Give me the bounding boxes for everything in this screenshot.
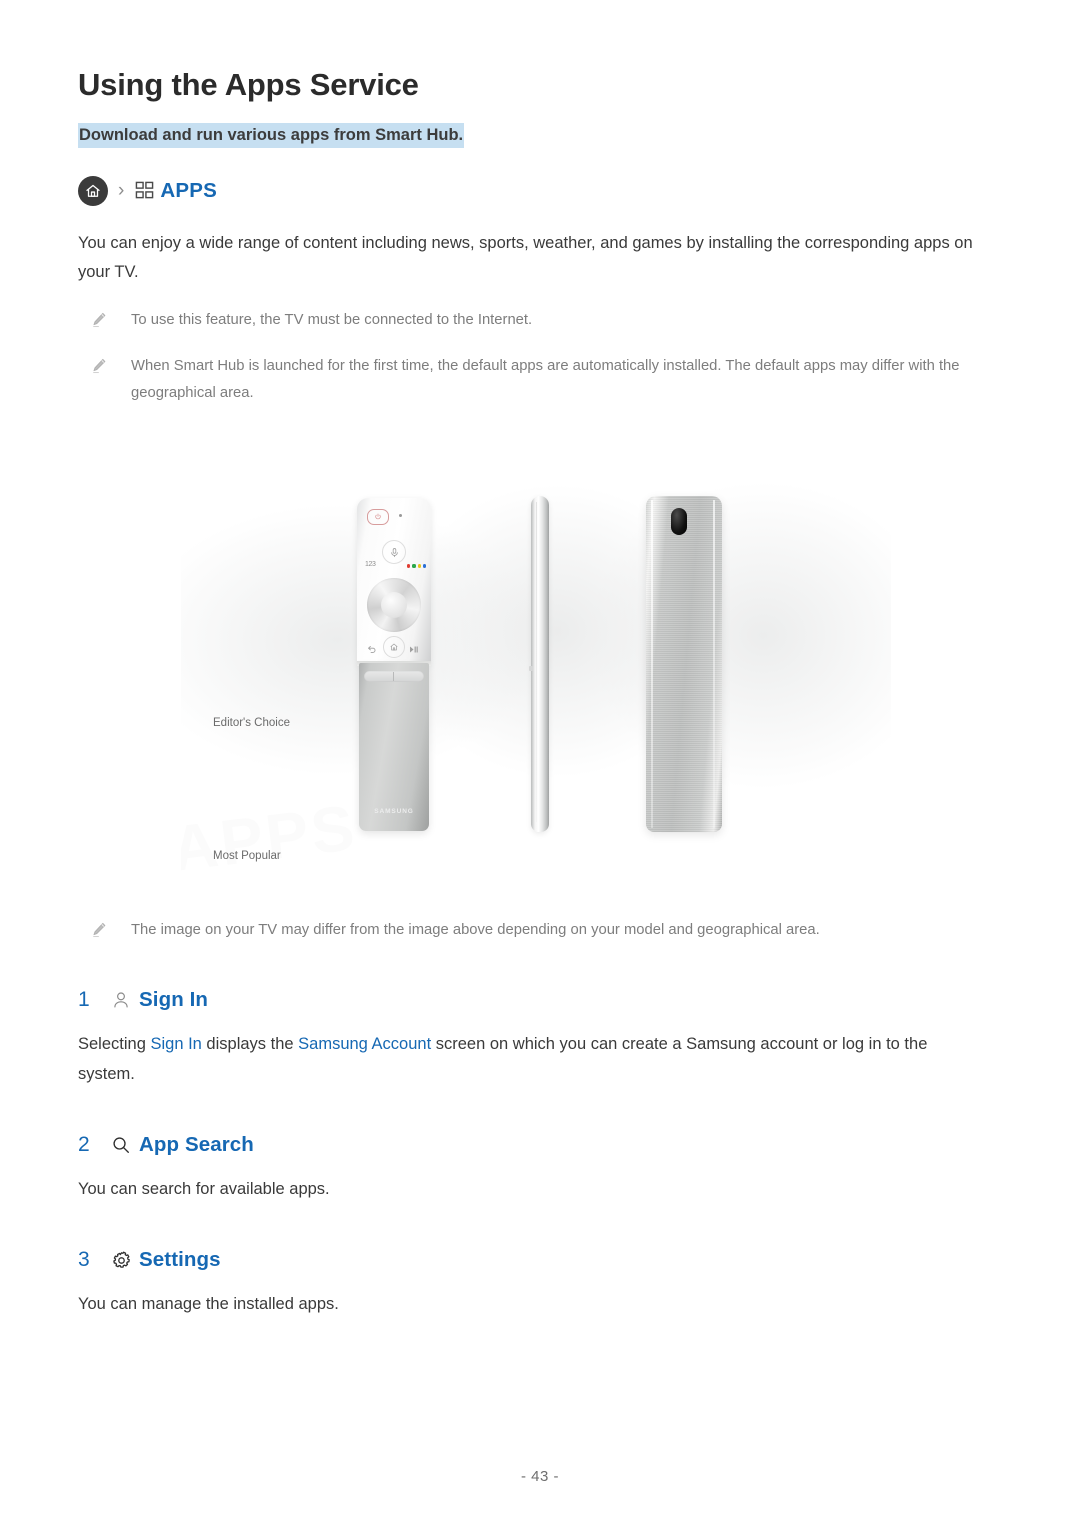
intro-paragraph: You can enjoy a wide range of content in… [78, 233, 973, 282]
numeric-key-label: 123 [365, 561, 376, 569]
text-middle: displays the [201, 1035, 299, 1054]
note-item: To use this feature, the TV must be conn… [78, 307, 1002, 334]
section-label[interactable]: Sign In [139, 988, 208, 1012]
note-item: When Smart Hub is launched for the first… [78, 353, 1002, 407]
remote-control-figure: APPS Editor's Choice Most Popular SAMSUN… [78, 433, 1002, 884]
pencil-icon [90, 921, 108, 939]
remote-back-left-edge [651, 500, 653, 829]
ir-window-icon [671, 508, 687, 536]
subtitle-container: Download and run various apps from Smart… [78, 123, 1002, 149]
home-icon [78, 175, 108, 206]
inline-link-samsung-account[interactable]: Samsung Account [298, 1035, 431, 1053]
remote-side-seam [536, 502, 537, 823]
remote-front-lower-body: SAMSUNG [359, 663, 429, 832]
manual-page: Using the Apps Service Download and run … [0, 0, 1080, 1527]
remote-back-body [646, 496, 722, 833]
power-icon [367, 509, 389, 526]
section-label[interactable]: Settings [139, 1248, 221, 1272]
figure-caption-most-popular: Most Popular [213, 850, 281, 863]
breadcrumb-label-apps[interactable]: APPS [160, 179, 217, 203]
note-text: When Smart Hub is launched for the first… [131, 357, 960, 401]
pencil-icon [90, 311, 108, 329]
section-number: 3 [78, 1248, 90, 1272]
person-icon [110, 989, 132, 1011]
apps-grid-icon [135, 181, 154, 200]
page-number-footer: - 43 - [520, 1468, 559, 1485]
pencil-icon [90, 357, 108, 375]
remote-back-right-edge [713, 500, 715, 829]
section-body-app-search: You can search for available apps. [78, 1180, 330, 1199]
breadcrumb-separator-icon: › [118, 180, 125, 202]
figure-canvas: APPS Editor's Choice Most Popular SAMSUN… [181, 433, 891, 884]
section-heading-settings: 3 Settings [78, 1248, 1002, 1272]
note-text: To use this feature, the TV must be conn… [131, 311, 533, 328]
inline-link-sign-in[interactable]: Sign In [150, 1035, 201, 1053]
color-buttons-icon [407, 564, 427, 568]
section-number: 2 [78, 1133, 90, 1157]
text-prefix: Selecting [78, 1035, 151, 1054]
breadcrumb[interactable]: › APPS [78, 174, 1002, 208]
play-pause-icon [408, 642, 419, 660]
samsung-brand-label: SAMSUNG [374, 808, 414, 816]
back-arrow-icon [366, 642, 377, 660]
section-body-settings: You can manage the installed apps. [78, 1295, 339, 1314]
figure-note-item: The image on your TV may differ from the… [78, 917, 1002, 944]
volume-channel-rocker-icon [364, 671, 424, 683]
section-heading-app-search: 2 App Search [78, 1133, 1002, 1157]
section-number: 1 [78, 988, 90, 1012]
remote-side-view [529, 496, 551, 833]
gear-icon [110, 1249, 132, 1271]
section-label[interactable]: App Search [139, 1133, 254, 1157]
page-title: Using the Apps Service [78, 67, 419, 102]
remote-side-notch [529, 666, 533, 672]
section-body-sign-in: Selecting Sign In displays the Samsung A… [78, 1030, 986, 1089]
dpad-center-button [381, 592, 407, 619]
section-heading-sign-in: 1 Sign In [78, 988, 1002, 1012]
page-subtitle-highlighted: Download and run various apps from Smart… [78, 123, 465, 149]
remote-back-view [646, 496, 722, 833]
remote-side-body [531, 496, 549, 833]
figure-caption-editors-choice: Editor's Choice [213, 717, 290, 730]
figure-note-text: The image on your TV may differ from the… [131, 922, 820, 939]
figure-watermark: APPS [181, 791, 361, 884]
remote-front-view: SAMSUNG 123 [357, 498, 431, 832]
search-icon [110, 1134, 132, 1156]
